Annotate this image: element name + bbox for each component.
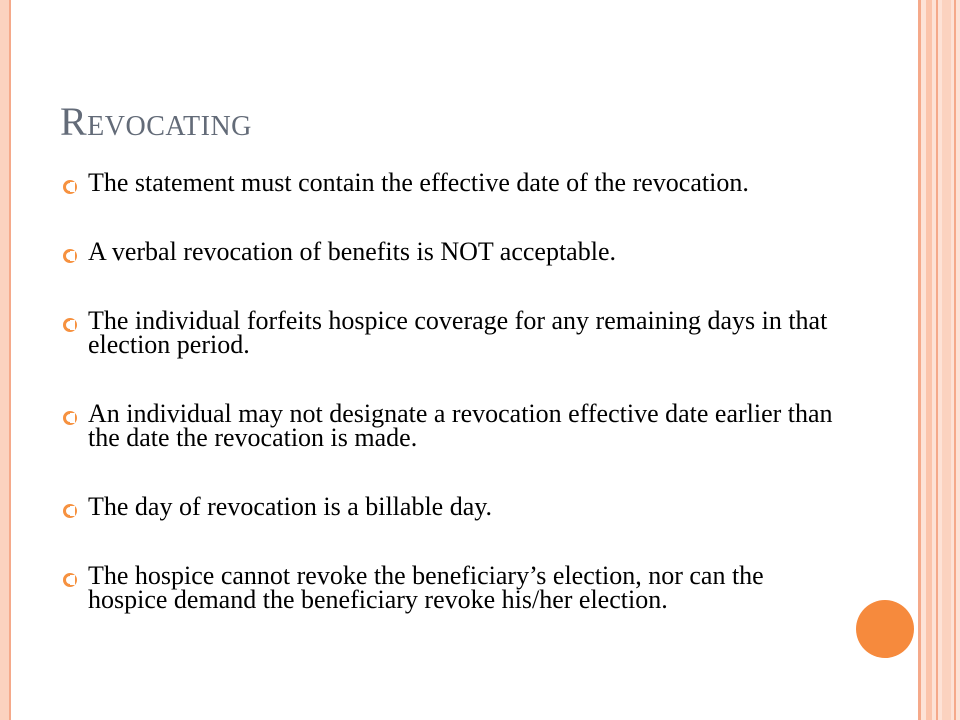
bullet-text: The individual forfeits hospice coverage… <box>88 306 828 359</box>
bullet-icon <box>63 180 77 194</box>
bullet-item: A verbal revocation of benefits is NOT a… <box>60 237 840 266</box>
orange-circle-decoration <box>856 600 914 658</box>
right-stripe <box>942 0 951 720</box>
bullet-item: The day of revocation is a billable day. <box>60 492 840 521</box>
left-decorative-line <box>9 0 11 720</box>
bullet-item: An individual may not designate a revoca… <box>60 399 840 452</box>
right-stripe <box>954 0 956 720</box>
bullet-text: The day of revocation is a billable day. <box>88 492 493 521</box>
bullet-text: The hospice cannot revoke the beneficiar… <box>88 561 764 614</box>
left-decorative-bar <box>0 0 11 720</box>
right-decorative-stripes <box>918 0 960 720</box>
bullet-text: The statement must contain the effective… <box>88 168 749 197</box>
bullet-item: The hospice cannot revoke the beneficiar… <box>60 561 840 614</box>
bullet-text: An individual may not designate a revoca… <box>88 399 833 452</box>
right-stripe <box>926 0 932 720</box>
bullet-icon <box>63 249 77 263</box>
bullet-icon <box>63 318 77 332</box>
slide-title: Revocating <box>60 99 252 144</box>
bullet-icon <box>63 573 77 587</box>
bullet-icon <box>63 504 77 518</box>
bullet-item: The individual forfeits hospice coverage… <box>60 306 840 359</box>
right-stripe <box>936 0 938 720</box>
bullet-item: The statement must contain the effective… <box>60 168 840 197</box>
right-stripe <box>918 0 921 720</box>
bullet-text: A verbal revocation of benefits is NOT a… <box>88 237 616 266</box>
bullet-icon <box>63 411 77 425</box>
bullet-list: The statement must contain the effective… <box>60 168 840 657</box>
